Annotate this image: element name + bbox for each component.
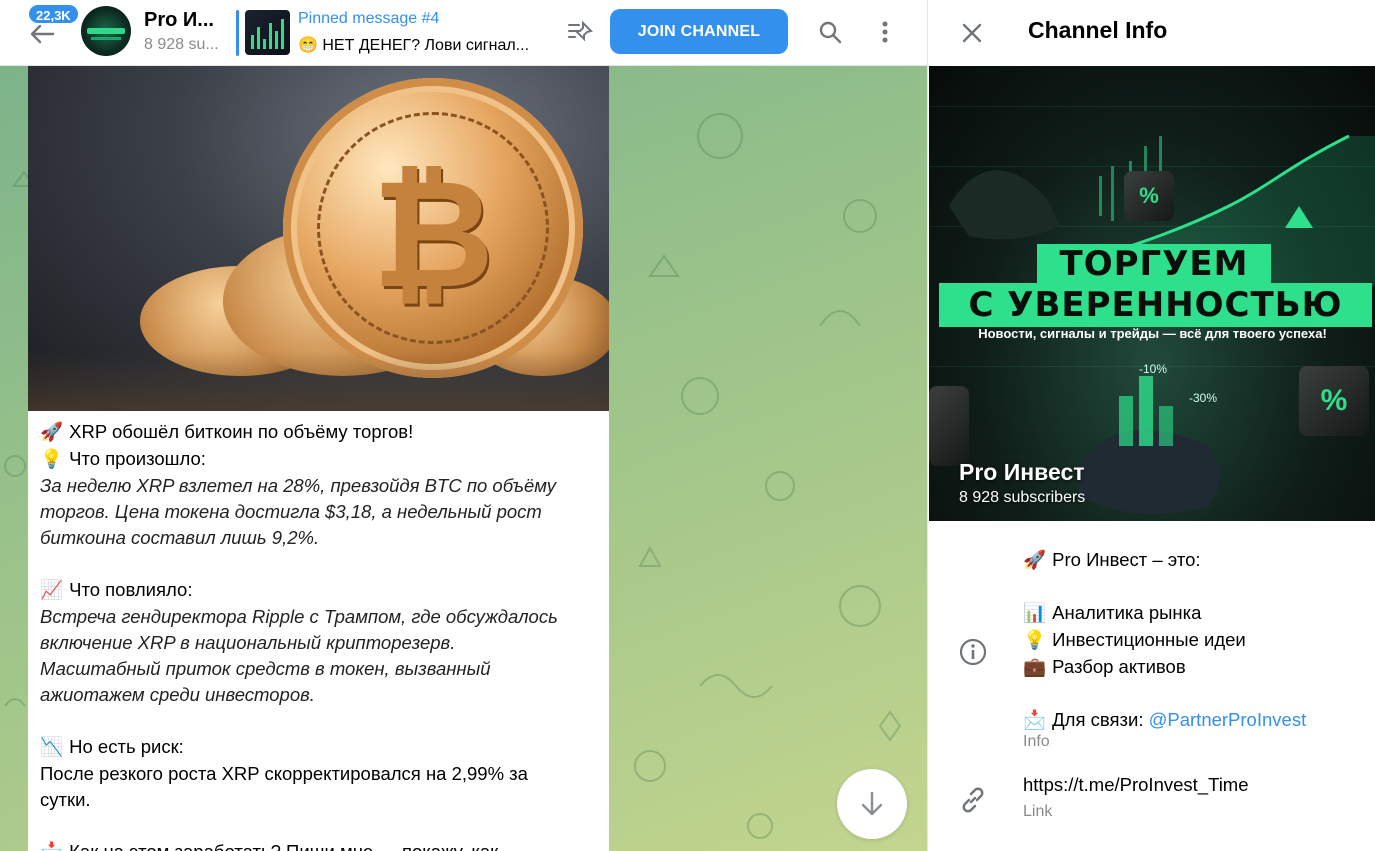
message-line-text: торгов. Цена токена достигла $3,18, а не… [40,501,542,522]
message-line-text: Но есть риск: [69,736,184,757]
chat-header: 22,3K Pro И... 8 928 su... Pinned messag… [0,0,927,66]
banner-pct-b: -30% [1189,391,1218,405]
channel-subscriber-count: 8 928 subscribers [959,489,1086,506]
channel-name: Pro Инвест [959,459,1085,485]
description-intro: Pro Инвест – это: [1052,549,1201,570]
contact-label: Для связи: [1052,709,1149,730]
message-line: 📉 Но есть риск: [40,734,597,761]
message-emoji: 📉 [40,737,64,758]
pinned-thumbnail[interactable] [245,10,290,55]
contact-handle-link[interactable]: @PartnerProInvest [1149,709,1307,730]
scroll-down-button[interactable] [837,769,907,839]
pinned-indicator [236,10,239,56]
more-button[interactable] [866,13,904,51]
message-line-text: Как на этом заработать? Пиши мне — покаж… [69,841,498,851]
message-emoji: 🚀 [40,422,64,443]
message-line-text: включение XRP в национальный крипторезер… [40,632,456,653]
link-label: Link [1023,803,1053,820]
message-line-text: Масштабный приток средств в токен, вызва… [40,658,491,679]
info-label: Info [1023,733,1050,750]
message-line-text: сутки. [40,789,91,810]
link-icon [962,787,984,813]
message-line: ажиотажем среди инвесторов. [40,682,597,708]
message-line [40,551,597,577]
description-item: Инвестиционные идеи [1052,629,1246,650]
join-channel-button[interactable]: JOIN CHANNEL [610,9,788,54]
description-item: Разбор активов [1052,656,1186,677]
bitcoin-coin-image: ₿ [283,78,583,378]
more-vertical-icon [882,21,888,43]
banner-headline-1: ТОРГУЕМ [1037,244,1271,284]
banner-headline-2: С УВЕРЕННОСТЬЮ [939,283,1372,327]
info-header: Channel Info [928,0,1375,66]
description-item: Аналитика рынка [1052,602,1202,623]
message-line-text: После резкого роста XRP скорректировался… [40,763,528,784]
message-line: 💡 Что произошло: [40,446,597,473]
banner-pct-a: -10% [1139,362,1168,376]
message-line-text: ажиотажем среди инвесторов. [40,684,315,705]
info-icon [959,638,987,666]
arrow-down-icon [861,791,883,816]
message-line-text: биткоина составил лишь 9,2%. [40,527,320,548]
info-title: Channel Info [1028,17,1168,43]
channel-title[interactable]: Pro И... [144,9,226,32]
channel-subscribers: 8 928 su... [144,36,219,53]
message-text: 🚀 XRP обошёл биткоин по объёму торгов! 💡 … [28,411,609,851]
pinned-message-text[interactable]: 😁 НЕТ ДЕНЕГ? Лови сигнал... [298,35,548,55]
message-emoji: 💡 [40,449,64,470]
message-line [40,813,597,839]
chat-panel: 22,3K Pro И... 8 928 su... Pinned messag… [0,0,927,851]
unread-count-badge: 22,3K [27,3,80,25]
message-line: биткоина составил лишь 9,2%. [40,525,597,551]
message-line: 📈 Что повлияло: [40,577,597,604]
pinned-message-title[interactable]: Pinned message #4 [298,10,439,28]
channel-avatar[interactable] [81,6,131,56]
search-icon [819,21,842,44]
message-line: Встреча гендиректора Ripple с Трампом, г… [40,604,597,630]
message-line: торгов. Цена токена достигла $3,18, а не… [40,499,597,525]
message-line: После резкого роста XRP скорректировался… [40,761,597,787]
search-button[interactable] [811,13,849,51]
message-line-text: За неделю XRP взлетел на 28%, превзойдя … [40,475,557,496]
message-photo-bitcoin[interactable]: ₿ [28,66,609,411]
unpin-icon [568,20,593,42]
close-button[interactable] [953,14,991,52]
message-line-text: Что повлияло: [69,579,193,600]
banner-tagline: Новости, сигналы и трейды — всё для твое… [978,326,1327,341]
channel-info-panel: Channel Info % % ТОРГУЕМ С УВЕРЕННОСТЬЮ … [927,0,1375,851]
message-emoji: 📩 [40,840,64,851]
channel-banner[interactable]: % % ТОРГУЕМ С УВЕРЕННОСТЬЮ Новости, сигн… [929,66,1375,521]
message-line: 🚀 XRP обошёл биткоин по объёму торгов! [40,419,597,446]
channel-link[interactable]: https://t.me/ProInvest_Time [1023,774,1249,796]
message-line [40,708,597,734]
message-line: 📩 Как на этом заработать? Пиши мне — пок… [40,839,597,851]
message-line: включение XRP в национальный крипторезер… [40,630,597,656]
unpin-button[interactable] [562,14,598,50]
message-emoji: 📈 [40,580,64,601]
message-line-text: Что произошло: [69,448,206,469]
message-line: За неделю XRP взлетел на 28%, превзойдя … [40,473,597,499]
message-line: сутки. [40,787,597,813]
message-line-text: XRP обошёл биткоин по объёму торгов! [69,421,414,442]
close-icon [962,23,982,43]
message-bubble[interactable]: ₿ 🚀 XRP обошёл биткоин по объёму торгов!… [28,66,609,851]
message-line: Масштабный приток средств в токен, вызва… [40,656,597,682]
message-line-text: Встреча гендиректора Ripple с Трампом, г… [40,606,558,627]
channel-description: 🚀 Pro Инвест – это: 📊 Аналитика рынка 💡 … [1023,549,1307,731]
